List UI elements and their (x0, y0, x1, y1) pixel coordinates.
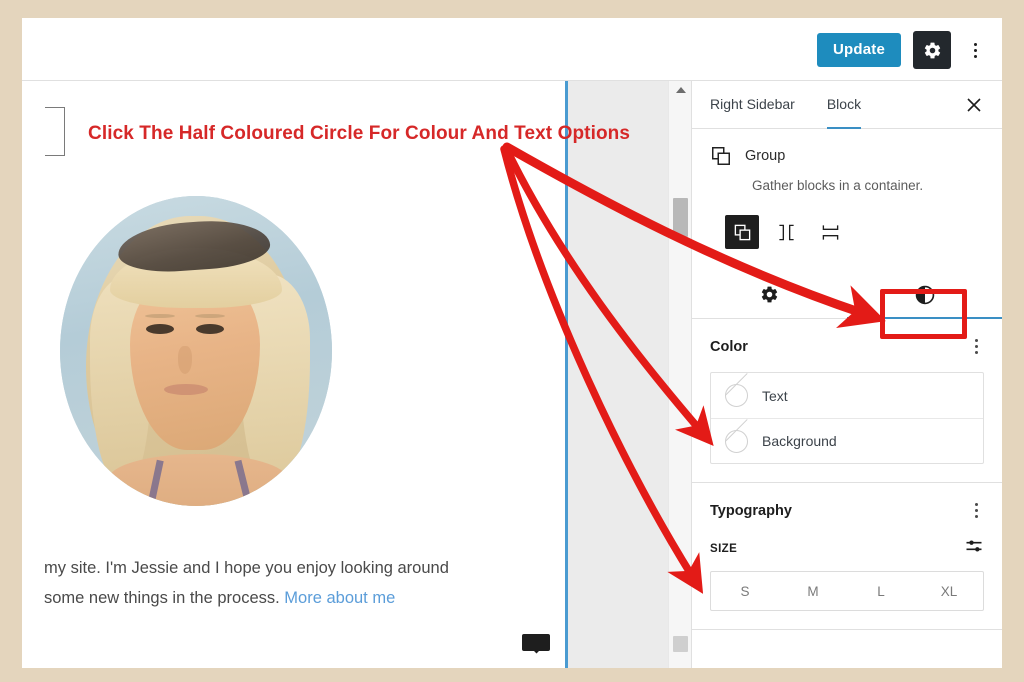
typography-panel: Typography SIZE S M L XL (692, 483, 1002, 630)
variation-stack-button[interactable] (813, 215, 847, 249)
color-panel-title: Color (710, 338, 748, 355)
close-sidebar-button[interactable] (962, 93, 986, 117)
block-variations (692, 193, 1002, 249)
kebab-dot (975, 339, 978, 342)
block-title: Group (745, 148, 786, 164)
paragraph-line-2-text: some new things in the process. (44, 589, 285, 607)
typography-panel-header: Typography (710, 499, 984, 522)
empty-color-swatch-icon (725, 429, 748, 453)
style-tabs (692, 271, 1002, 319)
more-about-me-link[interactable]: More about me (284, 589, 395, 607)
kebab-dot (973, 54, 977, 58)
topbar-more-options-button[interactable] (963, 33, 987, 67)
group-block-icon (712, 147, 730, 165)
block-outline-bracket (45, 107, 65, 156)
group-icon (734, 224, 750, 240)
settings-tab[interactable] (692, 271, 847, 318)
app-window: Update Click The Half Coloured Circle Fo… (22, 18, 1002, 668)
block-selection-line (565, 81, 568, 668)
settings-gear-button[interactable] (913, 31, 951, 69)
color-panel: Color Text Background (692, 319, 1002, 483)
avatar-eyebrow-right (195, 314, 225, 318)
block-toolbar-chip[interactable] (522, 634, 550, 651)
editor-canvas[interactable]: Click The Half Coloured Circle For Colou… (22, 81, 691, 668)
font-size-s-button[interactable]: S (711, 572, 779, 610)
kebab-dot (975, 509, 978, 512)
color-background-label: Background (762, 433, 837, 449)
avatar-mouth (164, 384, 208, 395)
row-icon (778, 224, 794, 240)
avatar-nose (178, 346, 192, 374)
paragraph-line-2: some new things in the process. More abo… (44, 583, 554, 613)
avatar-eye-left (146, 324, 174, 334)
empty-color-swatch-icon (725, 384, 748, 407)
update-button[interactable]: Update (816, 33, 901, 67)
typography-panel-title: Typography (710, 502, 792, 519)
right-sidebar: Right Sidebar Block Group Gather blocks (691, 81, 1002, 668)
typography-size-label: SIZE (710, 542, 738, 555)
kebab-dot (975, 351, 978, 354)
screenshot-root: Update Click The Half Coloured Circle Fo… (0, 0, 1024, 682)
font-size-m-button[interactable]: M (779, 572, 847, 610)
font-size-selector: S M L XL (710, 571, 984, 611)
canvas-scrollbar[interactable] (668, 81, 691, 668)
avatar-shoulders (108, 454, 288, 506)
paragraph-block[interactable]: my site. I'm Jessie and I hope you enjoy… (44, 553, 554, 613)
contrast-style-tab[interactable] (847, 271, 1002, 319)
half-filled-circle-icon (915, 285, 934, 304)
scrollbar-thumb-secondary[interactable] (673, 636, 688, 652)
kebab-dot (975, 503, 978, 506)
sliders-icon (966, 540, 982, 552)
variation-row-button[interactable] (769, 215, 803, 249)
kebab-dot (975, 515, 978, 518)
kebab-dot (975, 345, 978, 348)
color-panel-background-row[interactable]: Background (711, 418, 983, 463)
block-info: Group Gather blocks in a container. (692, 129, 1002, 193)
close-icon (967, 98, 981, 112)
scrollbar-thumb[interactable] (673, 198, 688, 237)
annotation-headline: Click The Half Coloured Circle For Colou… (88, 123, 631, 144)
tab-block[interactable]: Block (826, 81, 862, 129)
color-panel-text-row[interactable]: Text (711, 373, 983, 418)
gear-icon (761, 286, 778, 303)
stack-icon (822, 224, 838, 240)
font-size-xl-button[interactable]: XL (915, 572, 983, 610)
tab-right-sidebar[interactable]: Right Sidebar (710, 81, 795, 128)
kebab-dot (973, 42, 977, 46)
kebab-dot (973, 48, 977, 52)
avatar-eye-right (196, 324, 224, 334)
block-description: Gather blocks in a container. (752, 178, 924, 193)
typography-size-header: SIZE (710, 536, 984, 561)
sidebar-tabs: Right Sidebar Block (692, 81, 1002, 129)
color-text-label: Text (762, 387, 788, 404)
color-panel-menu-button[interactable] (969, 335, 984, 358)
paragraph-line-1: my site. I'm Jessie and I hope you enjoy… (44, 559, 449, 577)
avatar (60, 196, 332, 506)
block-info-row: Group (710, 145, 984, 167)
variation-group-button[interactable] (725, 215, 759, 249)
typography-panel-menu-button[interactable] (969, 499, 984, 522)
font-size-l-button[interactable]: L (847, 572, 915, 610)
scroll-up-button[interactable] (669, 81, 692, 99)
scroll-up-arrow-icon (675, 87, 686, 93)
color-panel-header: Color (710, 335, 984, 358)
editor-topbar: Update (22, 18, 1002, 81)
color-options-list: Text Background (710, 372, 984, 464)
topbar-actions: Update (816, 31, 987, 69)
avatar-eyebrow-left (145, 314, 175, 318)
gear-icon (924, 42, 940, 58)
typography-size-settings-button[interactable] (964, 536, 984, 561)
